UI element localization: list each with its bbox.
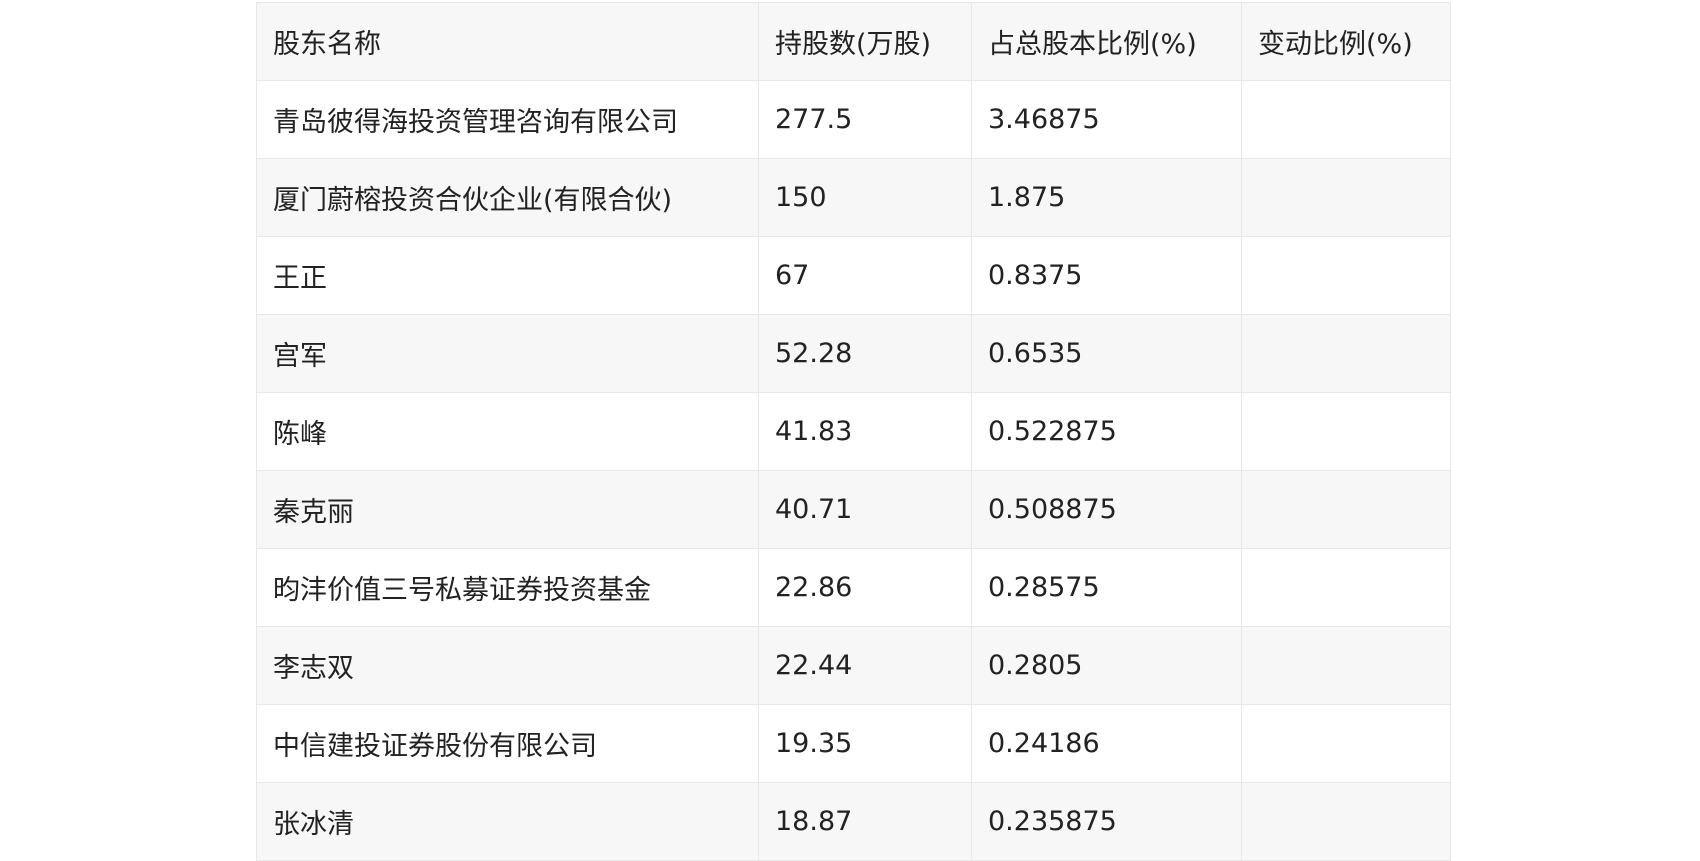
table-row: 王正 67 0.8375 [256,236,1451,315]
cell-shares: 22.86 [758,548,972,627]
cell-shareholder-name: 陈峰 [256,392,759,471]
cell-shareholder-name: 宫军 [256,314,759,393]
column-header-change-ratio: 变动比例(%) [1241,2,1451,81]
cell-shares: 19.35 [758,704,972,783]
table-row: 李志双 22.44 0.2805 [256,626,1451,705]
cell-change-ratio [1241,548,1451,627]
header-row: 股东名称 持股数(万股) 占总股本比例(%) 变动比例(%) [256,2,1451,81]
cell-shareholder-name: 李志双 [256,626,759,705]
cell-shares: 18.87 [758,782,972,861]
cell-ratio: 0.28575 [971,548,1242,627]
cell-shareholder-name: 秦克丽 [256,470,759,549]
cell-change-ratio [1241,158,1451,237]
cell-change-ratio [1241,704,1451,783]
cell-ratio: 0.24186 [971,704,1242,783]
table-row: 厦门蔚榕投资合伙企业(有限合伙) 150 1.875 [256,158,1451,237]
cell-change-ratio [1241,236,1451,315]
table-row: 青岛彼得海投资管理咨询有限公司 277.5 3.46875 [256,80,1451,159]
shareholder-table: 股东名称 持股数(万股) 占总股本比例(%) 变动比例(%) 青岛彼得海投资管理… [256,2,1451,861]
cell-ratio: 3.46875 [971,80,1242,159]
cell-change-ratio [1241,782,1451,861]
cell-change-ratio [1241,392,1451,471]
cell-shares: 277.5 [758,80,972,159]
cell-change-ratio [1241,470,1451,549]
cell-shares: 40.71 [758,470,972,549]
table-row: 陈峰 41.83 0.522875 [256,392,1451,471]
cell-change-ratio [1241,626,1451,705]
cell-shareholder-name: 张冰清 [256,782,759,861]
cell-ratio: 0.2805 [971,626,1242,705]
shareholder-table-container: 股东名称 持股数(万股) 占总股本比例(%) 变动比例(%) 青岛彼得海投资管理… [256,2,1451,861]
cell-shares: 22.44 [758,626,972,705]
column-header-shares: 持股数(万股) [758,2,972,81]
cell-shares: 150 [758,158,972,237]
table-body: 青岛彼得海投资管理咨询有限公司 277.5 3.46875 厦门蔚榕投资合伙企业… [256,80,1451,861]
table-row: 秦克丽 40.71 0.508875 [256,470,1451,549]
table-row: 张冰清 18.87 0.235875 [256,782,1451,861]
table-header: 股东名称 持股数(万股) 占总股本比例(%) 变动比例(%) [256,2,1451,81]
table-row: 中信建投证券股份有限公司 19.35 0.24186 [256,704,1451,783]
cell-ratio: 0.508875 [971,470,1242,549]
cell-ratio: 0.235875 [971,782,1242,861]
cell-change-ratio [1241,80,1451,159]
cell-shareholder-name: 厦门蔚榕投资合伙企业(有限合伙) [256,158,759,237]
column-header-ratio: 占总股本比例(%) [971,2,1242,81]
cell-ratio: 0.6535 [971,314,1242,393]
cell-ratio: 1.875 [971,158,1242,237]
cell-ratio: 0.522875 [971,392,1242,471]
cell-shares: 67 [758,236,972,315]
table-row: 昀沣价值三号私募证券投资基金 22.86 0.28575 [256,548,1451,627]
cell-ratio: 0.8375 [971,236,1242,315]
cell-shareholder-name: 青岛彼得海投资管理咨询有限公司 [256,80,759,159]
cell-shareholder-name: 王正 [256,236,759,315]
cell-shareholder-name: 昀沣价值三号私募证券投资基金 [256,548,759,627]
cell-shares: 52.28 [758,314,972,393]
cell-change-ratio [1241,314,1451,393]
table-row: 宫军 52.28 0.6535 [256,314,1451,393]
column-header-shareholder-name: 股东名称 [256,2,759,81]
cell-shareholder-name: 中信建投证券股份有限公司 [256,704,759,783]
cell-shares: 41.83 [758,392,972,471]
